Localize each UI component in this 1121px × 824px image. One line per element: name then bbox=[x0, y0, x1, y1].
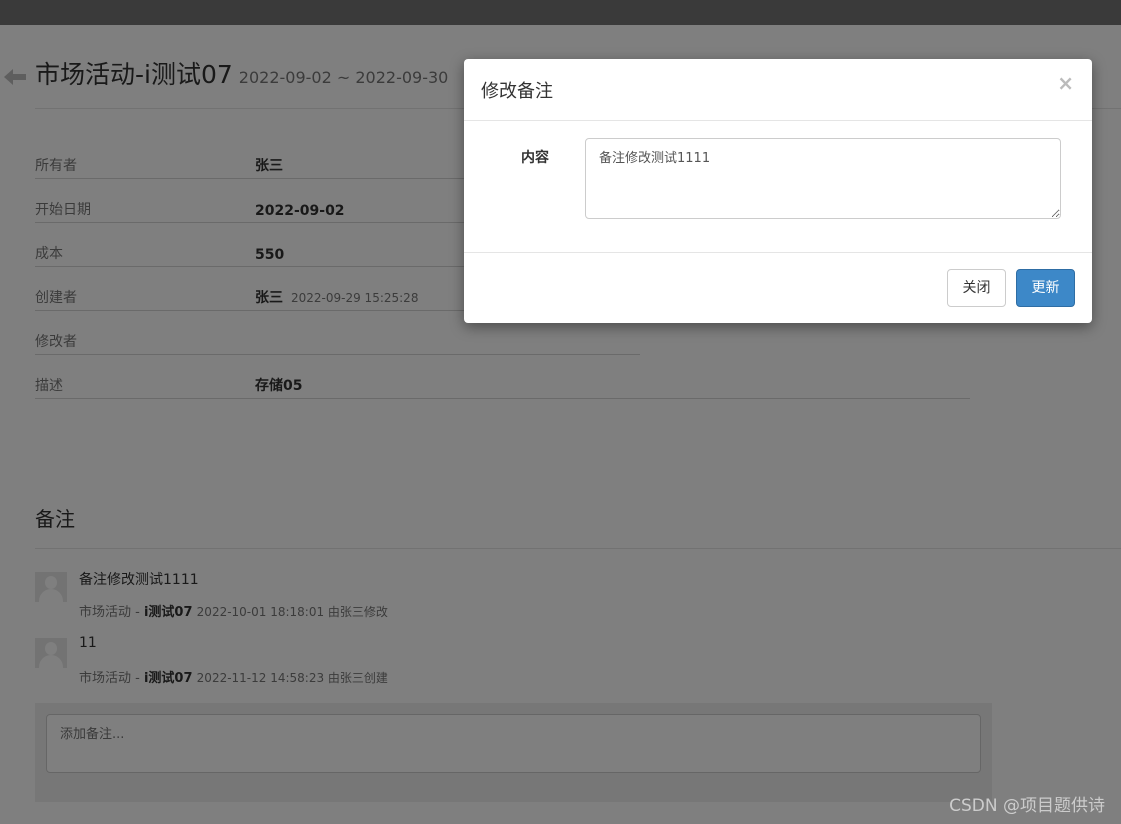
top-bar bbox=[0, 0, 1121, 25]
watermark: CSDN @项目题供诗 bbox=[949, 796, 1105, 816]
close-button[interactable]: 关闭 bbox=[947, 269, 1006, 307]
content-label: 内容 bbox=[521, 150, 549, 166]
modal-header: 修改备注 × bbox=[464, 59, 1092, 121]
modal-title: 修改备注 bbox=[481, 81, 553, 102]
modal-body: 内容 备注修改测试1111 bbox=[464, 121, 1092, 252]
edit-note-modal: 修改备注 × 内容 备注修改测试1111 关闭 更新 bbox=[464, 59, 1092, 323]
note-content-textarea[interactable]: 备注修改测试1111 bbox=[585, 138, 1061, 219]
close-icon[interactable]: × bbox=[1057, 73, 1074, 93]
modal-footer: 关闭 更新 bbox=[464, 252, 1092, 323]
update-button[interactable]: 更新 bbox=[1016, 269, 1075, 307]
